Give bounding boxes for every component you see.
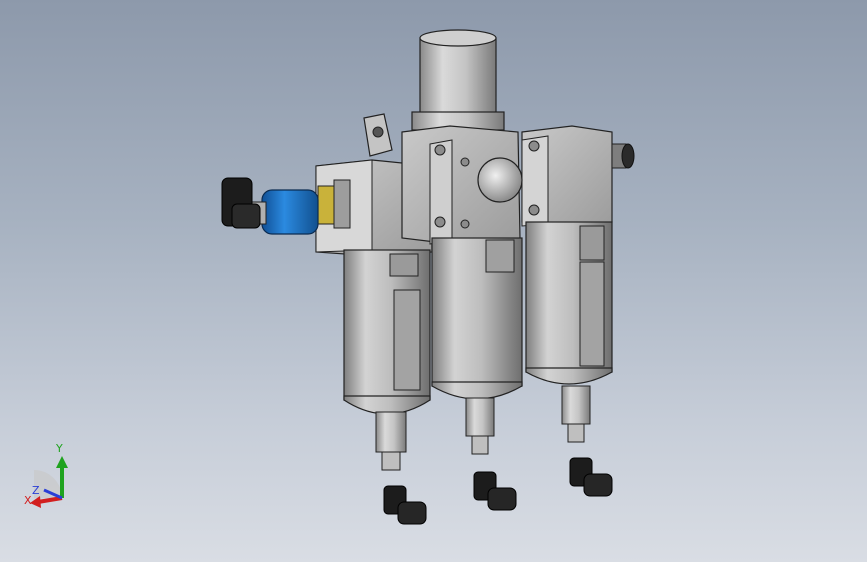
lubricator-bowl-right: [525, 221, 613, 385]
triad-y-arrow: [56, 456, 68, 468]
drain-stem-middle: [465, 397, 495, 455]
elbow-fitting-left: [383, 485, 427, 525]
filter-bowl-left: [343, 249, 431, 415]
gauge-knob[interactable]: [477, 157, 523, 203]
frl-unit-3d-model[interactable]: [0, 0, 867, 562]
triad-z-label: Z: [32, 484, 40, 497]
xyz-triad-icon: Y X Z: [24, 442, 68, 508]
regulator-cap: [411, 29, 505, 131]
triad-y-label: Y: [55, 442, 63, 455]
elbow-fitting-right: [569, 457, 613, 497]
right-port-fitting: [611, 143, 635, 169]
drain-stem-right: [561, 385, 591, 443]
regulator-bowl-middle: [431, 237, 523, 400]
elbow-fitting-middle: [473, 471, 517, 511]
inlet-brass-nut: [317, 179, 351, 229]
mounting-bracket: [363, 113, 393, 157]
cad-viewport[interactable]: Y X Z: [0, 0, 867, 562]
drain-stem-left: [375, 411, 407, 471]
inlet-blue-fitting: [251, 189, 319, 235]
triad-x-axis: [37, 496, 63, 504]
triad-x-label: X: [24, 494, 32, 507]
